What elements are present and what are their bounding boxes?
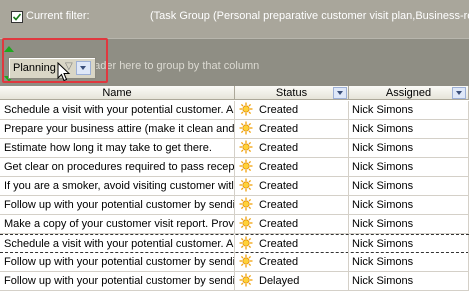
sun-icon [239, 102, 253, 116]
column-header-assigned-label: Assigned [385, 87, 432, 99]
filter-bar: Current filter: (Task Group (Personal pr… [0, 0, 469, 38]
status-cell[interactable]: Created [235, 139, 349, 157]
chevron-down-icon[interactable] [333, 87, 347, 99]
sun-icon [239, 159, 253, 173]
assigned-cell[interactable]: Nick Simons [349, 139, 469, 157]
sun-icon [239, 178, 253, 192]
status-cell[interactable]: Delayed [235, 272, 349, 290]
chevron-down-icon[interactable] [452, 87, 466, 99]
task-name-cell[interactable]: Follow up with your potential customer b… [0, 272, 235, 290]
assigned-cell[interactable]: Nick Simons [349, 177, 469, 195]
sun-icon [239, 121, 253, 135]
table-row[interactable]: Estimate how long it may take to get the… [0, 139, 469, 158]
filter-label: Current filter: [26, 10, 90, 22]
task-name-cell[interactable]: Schedule a visit with your potential cus… [0, 235, 235, 253]
sun-icon [239, 273, 253, 287]
table-row[interactable]: Schedule a visit with your potential cus… [0, 234, 469, 253]
status-text: Created [259, 218, 299, 230]
column-header-status[interactable]: Status [235, 86, 349, 100]
status-cell[interactable]: Created [235, 158, 349, 176]
status-cell[interactable]: Created [235, 120, 349, 138]
status-text: Created [259, 104, 299, 116]
status-text: Created [259, 161, 299, 173]
status-cell[interactable]: Created [235, 101, 349, 119]
sun-icon [239, 197, 253, 211]
status-text: Created [259, 238, 299, 250]
table-row[interactable]: Get clear on procedures required to pass… [0, 158, 469, 177]
assigned-cell[interactable]: Nick Simons [349, 215, 469, 233]
assigned-cell[interactable]: Nick Simons [349, 235, 469, 253]
table-row[interactable]: Follow up with your potential customer b… [0, 272, 469, 291]
status-cell[interactable]: Created [235, 215, 349, 233]
table-row[interactable]: Make a copy of your customer visit repor… [0, 215, 469, 234]
sun-icon [239, 236, 253, 250]
status-text: Created [259, 180, 299, 192]
assigned-cell[interactable]: Nick Simons [349, 101, 469, 119]
mouse-pointer-icon [57, 62, 71, 82]
sun-icon [239, 254, 253, 268]
task-name-cell[interactable]: Prepare your business attire (make it cl… [0, 120, 235, 138]
assigned-cell[interactable]: Nick Simons [349, 158, 469, 176]
sun-icon [239, 140, 253, 154]
table-row[interactable]: Prepare your business attire (make it cl… [0, 120, 469, 139]
table-row[interactable]: Follow up with your potential customer b… [0, 253, 469, 272]
status-cell[interactable]: Created [235, 235, 349, 253]
column-header-assigned[interactable]: Assigned [349, 86, 469, 100]
group-by-hint: eader here to group by that column [88, 60, 260, 72]
task-name-cell[interactable]: Make a copy of your customer visit repor… [0, 215, 235, 233]
task-name-cell[interactable]: Estimate how long it may take to get the… [0, 139, 235, 157]
table-row[interactable]: Follow up with your potential customer b… [0, 196, 469, 215]
task-name-cell[interactable]: Get clear on procedures required to pass… [0, 158, 235, 176]
sun-icon [239, 216, 253, 230]
task-name-cell[interactable]: Follow up with your potential customer b… [0, 253, 235, 271]
task-name-cell[interactable]: If you are a smoker, avoid visiting cust… [0, 177, 235, 195]
task-name-cell[interactable]: Schedule a visit with your potential cus… [0, 101, 235, 119]
status-text: Delayed [259, 275, 300, 287]
highlight-box [2, 38, 108, 83]
status-text: Created [259, 199, 299, 211]
column-header-name-label: Name [102, 87, 132, 99]
task-name-cell[interactable]: Follow up with your potential customer b… [0, 196, 235, 214]
status-cell[interactable]: Created [235, 253, 349, 271]
status-text: Created [259, 123, 299, 135]
status-cell[interactable]: Created [235, 177, 349, 195]
assigned-cell[interactable]: Nick Simons [349, 253, 469, 271]
assigned-cell[interactable]: Nick Simons [349, 272, 469, 290]
column-header-name[interactable]: Name [0, 86, 235, 100]
filter-checkbox[interactable] [11, 11, 23, 23]
assigned-cell[interactable]: Nick Simons [349, 196, 469, 214]
filter-expression[interactable]: (Task Group (Personal preparative custom… [150, 10, 469, 22]
table-row[interactable]: Schedule a visit with your potential cus… [0, 101, 469, 120]
status-text: Created [259, 142, 299, 154]
table-row[interactable]: If you are a smoker, avoid visiting cust… [0, 177, 469, 196]
status-text: Created [259, 256, 299, 268]
assigned-cell[interactable]: Nick Simons [349, 120, 469, 138]
column-header-status-label: Status [275, 87, 308, 99]
status-cell[interactable]: Created [235, 196, 349, 214]
